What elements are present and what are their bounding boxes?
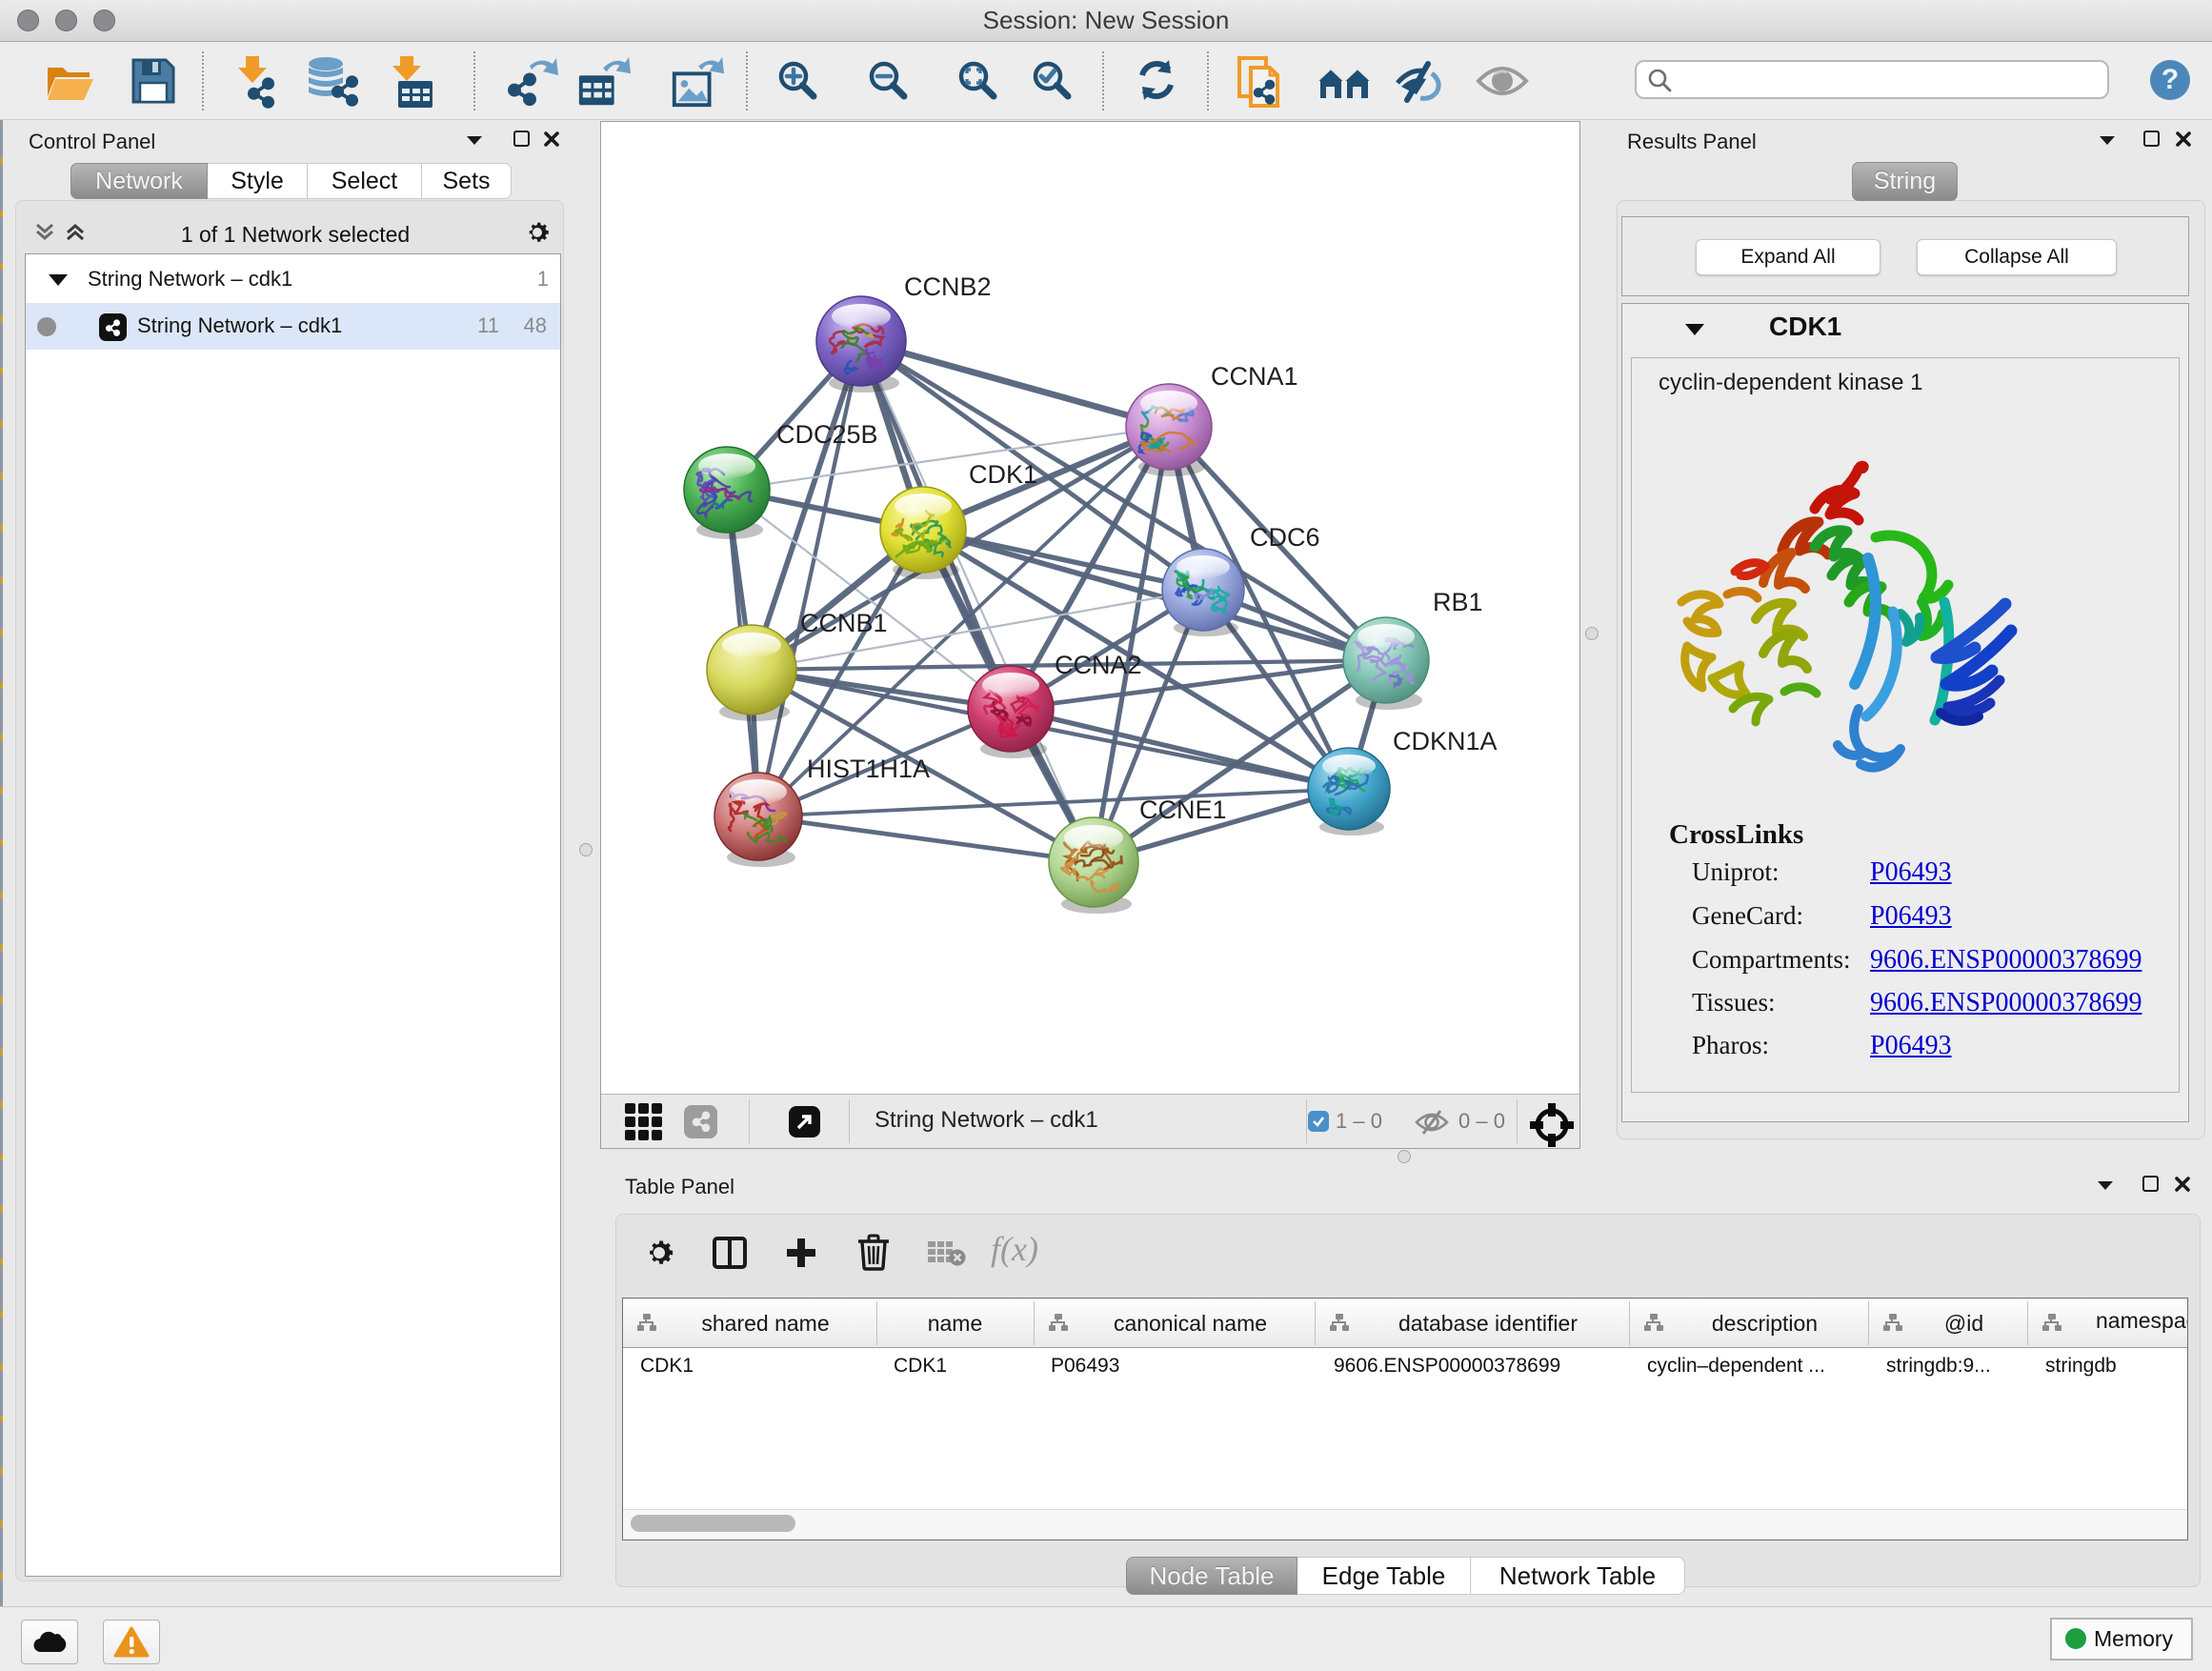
- svg-text:CCNE1: CCNE1: [1139, 795, 1227, 824]
- svg-text:CDKN1A: CDKN1A: [1393, 727, 1498, 755]
- svg-text:CDC6: CDC6: [1250, 523, 1320, 552]
- svg-text:CCNA2: CCNA2: [1055, 651, 1142, 679]
- svg-text:CCNB2: CCNB2: [904, 272, 992, 301]
- svg-text:RB1: RB1: [1433, 588, 1483, 616]
- svg-text:CCNB1: CCNB1: [800, 609, 888, 637]
- svg-text:CCNA1: CCNA1: [1211, 362, 1298, 391]
- svg-text:CDK1: CDK1: [969, 460, 1037, 489]
- svg-text:HIST1H1A: HIST1H1A: [807, 755, 930, 783]
- svg-text:CDC25B: CDC25B: [776, 420, 878, 449]
